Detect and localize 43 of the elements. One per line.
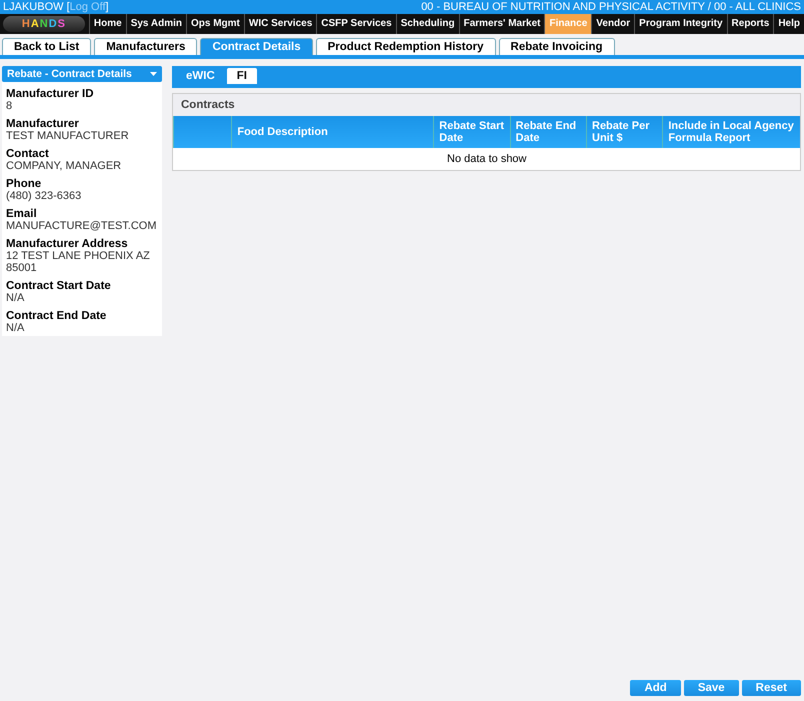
nav-menu-item[interactable]: Home bbox=[88, 14, 126, 34]
field-value: COMPANY, MANAGER bbox=[6, 160, 122, 172]
tab[interactable]: Back to List bbox=[2, 38, 92, 55]
field-label: Manufacturer Address bbox=[6, 238, 129, 250]
nav-menu-item[interactable]: WIC Services bbox=[244, 14, 316, 34]
nav-menu-item[interactable]: Vendor bbox=[591, 14, 634, 34]
nav-menu-item[interactable]: Scheduling bbox=[396, 14, 459, 34]
column-header: Rebate Per Unit $ bbox=[586, 116, 663, 148]
nav-menu-item[interactable]: Ops Mgmt bbox=[186, 14, 244, 34]
nav-menu-item[interactable]: Help bbox=[773, 14, 804, 34]
nav-menu-item[interactable]: Reports bbox=[726, 14, 774, 34]
column-header: Include in Local Agency Formula Report bbox=[662, 116, 800, 148]
caret-icon bbox=[150, 72, 157, 76]
field-value: MANUFACTURE@TEST.COM bbox=[6, 220, 158, 232]
empty-message: No data to show bbox=[174, 148, 800, 170]
bracket-text: ] bbox=[106, 1, 109, 13]
nav-menu-item[interactable]: Sys Admin bbox=[126, 14, 186, 34]
field-label: Contract Start Date bbox=[6, 280, 112, 292]
agency-label: 00 - BUREAU OF NUTRITION AND PHYSICAL ACTIVITY / 00 - ALL CLINICS bbox=[421, 0, 801, 14]
field-value: (480) 323-6363 bbox=[6, 190, 82, 202]
column-header: Rebate Start Date bbox=[434, 116, 510, 148]
field-value: 12 TEST LANE PHOENIX AZ 85001 bbox=[6, 250, 151, 274]
tab[interactable]: Manufacturers bbox=[94, 38, 198, 55]
field-value: N/A bbox=[6, 322, 26, 334]
tab[interactable]: Rebate Invoicing bbox=[498, 38, 615, 55]
field-value: 8 bbox=[6, 100, 14, 112]
subtab[interactable]: FI bbox=[226, 68, 257, 84]
logo: HANDS bbox=[3, 16, 85, 32]
panel-title: Contracts bbox=[173, 94, 800, 116]
column-header: Food Description bbox=[232, 116, 434, 148]
tab[interactable]: Product Redemption History bbox=[316, 38, 496, 55]
user-name: LJAKUBOW [ bbox=[3, 1, 70, 13]
field-value: TEST MANUFACTURER bbox=[6, 130, 130, 142]
field-label: Manufacturer ID bbox=[6, 88, 95, 100]
field-label: Contact bbox=[6, 148, 50, 160]
nav-menu-item[interactable]: CSFP Services bbox=[316, 14, 396, 34]
column-header: Rebate End Date bbox=[510, 116, 586, 148]
field-value: N/A bbox=[6, 292, 26, 304]
nav-menu-item[interactable]: Program Integrity bbox=[634, 14, 727, 34]
field-label: Contract End Date bbox=[6, 310, 108, 322]
field-label: Manufacturer bbox=[6, 118, 80, 130]
field-label: Email bbox=[6, 208, 38, 220]
field-label: Phone bbox=[6, 178, 42, 190]
